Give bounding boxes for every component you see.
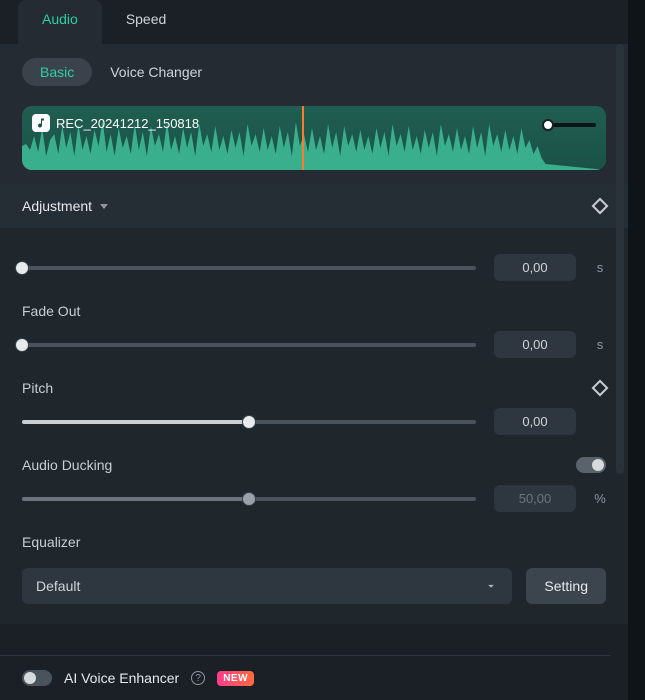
scrollbar[interactable] — [616, 44, 624, 474]
ducking-slider[interactable] — [22, 497, 476, 501]
fadeout-value[interactable]: 0,00 — [494, 331, 576, 358]
ducking-toggle[interactable] — [576, 457, 606, 473]
chevron-down-icon — [100, 204, 108, 209]
pitch-value[interactable]: 0,00 — [494, 408, 576, 435]
new-badge: NEW — [217, 671, 254, 686]
equalizer-label: Equalizer — [22, 534, 80, 550]
pitch-label: Pitch — [22, 380, 53, 396]
fadeout-slider[interactable] — [22, 343, 476, 347]
ai-voice-enhancer-row: AI Voice Enhancer ? NEW — [0, 655, 611, 700]
top-tabs: Audio Speed — [0, 0, 628, 44]
trim-tail — [550, 123, 596, 127]
adjustment-header[interactable]: Adjustment — [0, 184, 628, 228]
sub-tab-basic[interactable]: Basic — [22, 58, 92, 86]
sub-tab-voice-changer[interactable]: Voice Changer — [110, 64, 202, 80]
adjustment-label: Adjustment — [22, 198, 92, 214]
ai-enhancer-toggle[interactable] — [22, 670, 52, 686]
sub-tabs: Basic Voice Changer — [0, 44, 628, 100]
equalizer-selected: Default — [36, 578, 80, 594]
audio-file-icon — [32, 114, 50, 132]
equalizer-setting-button[interactable]: Setting — [526, 568, 606, 604]
trim-end-handle[interactable] — [542, 119, 554, 131]
adjustment-slider[interactable] — [22, 266, 476, 270]
clip-name: REC_20241212_150818 — [56, 116, 199, 131]
fadeout-unit: s — [594, 337, 606, 352]
equalizer-select[interactable]: Default — [22, 568, 512, 604]
tab-audio[interactable]: Audio — [18, 0, 102, 44]
audio-waveform[interactable]: REC_20241212_150818 — [22, 106, 606, 170]
ducking-label: Audio Ducking — [22, 457, 112, 473]
fadeout-label: Fade Out — [22, 303, 80, 319]
ducking-value: 50,00 — [494, 485, 576, 512]
help-icon[interactable]: ? — [191, 671, 205, 685]
adjustment-unit: s — [594, 260, 606, 275]
ducking-unit: % — [594, 491, 606, 506]
keyframe-icon[interactable] — [592, 198, 609, 215]
playhead[interactable] — [302, 106, 304, 170]
tab-speed[interactable]: Speed — [102, 0, 190, 44]
adjustment-value[interactable]: 0,00 — [494, 254, 576, 281]
ai-enhancer-label: AI Voice Enhancer — [64, 670, 179, 686]
keyframe-icon[interactable] — [592, 380, 609, 397]
chevron-down-icon — [484, 579, 498, 593]
pitch-slider[interactable] — [22, 420, 476, 424]
